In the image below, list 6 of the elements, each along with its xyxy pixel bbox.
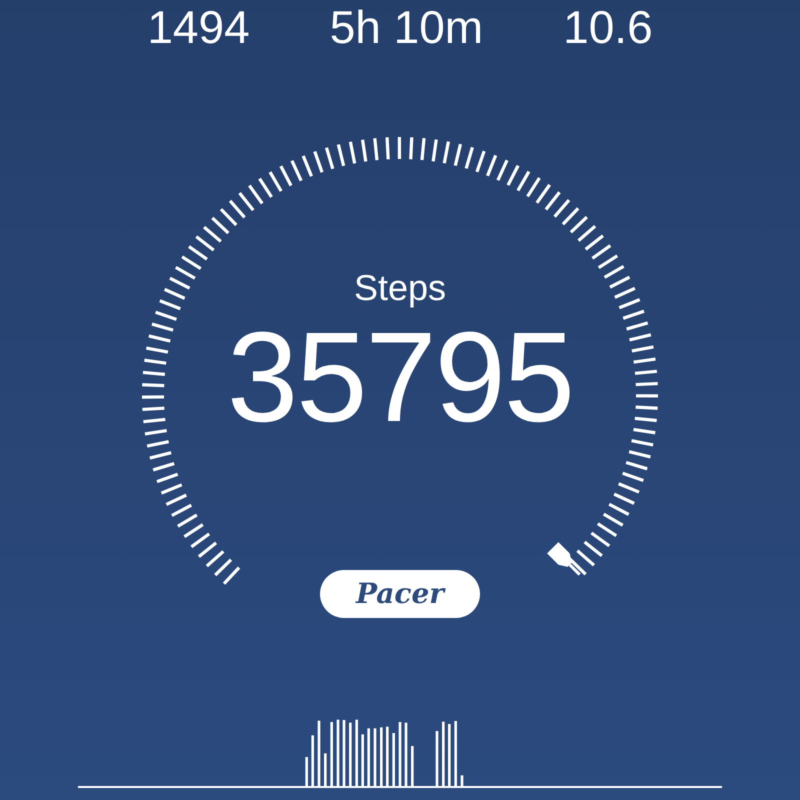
steps-label: Steps [354,268,446,308]
step-count: 35795 [227,314,573,442]
stat-value: 5h 10m [330,2,484,52]
pacer-logo: Pacer [320,570,480,618]
stat-value: 1494 [147,2,250,52]
stat-value: 10.6 [563,2,653,52]
